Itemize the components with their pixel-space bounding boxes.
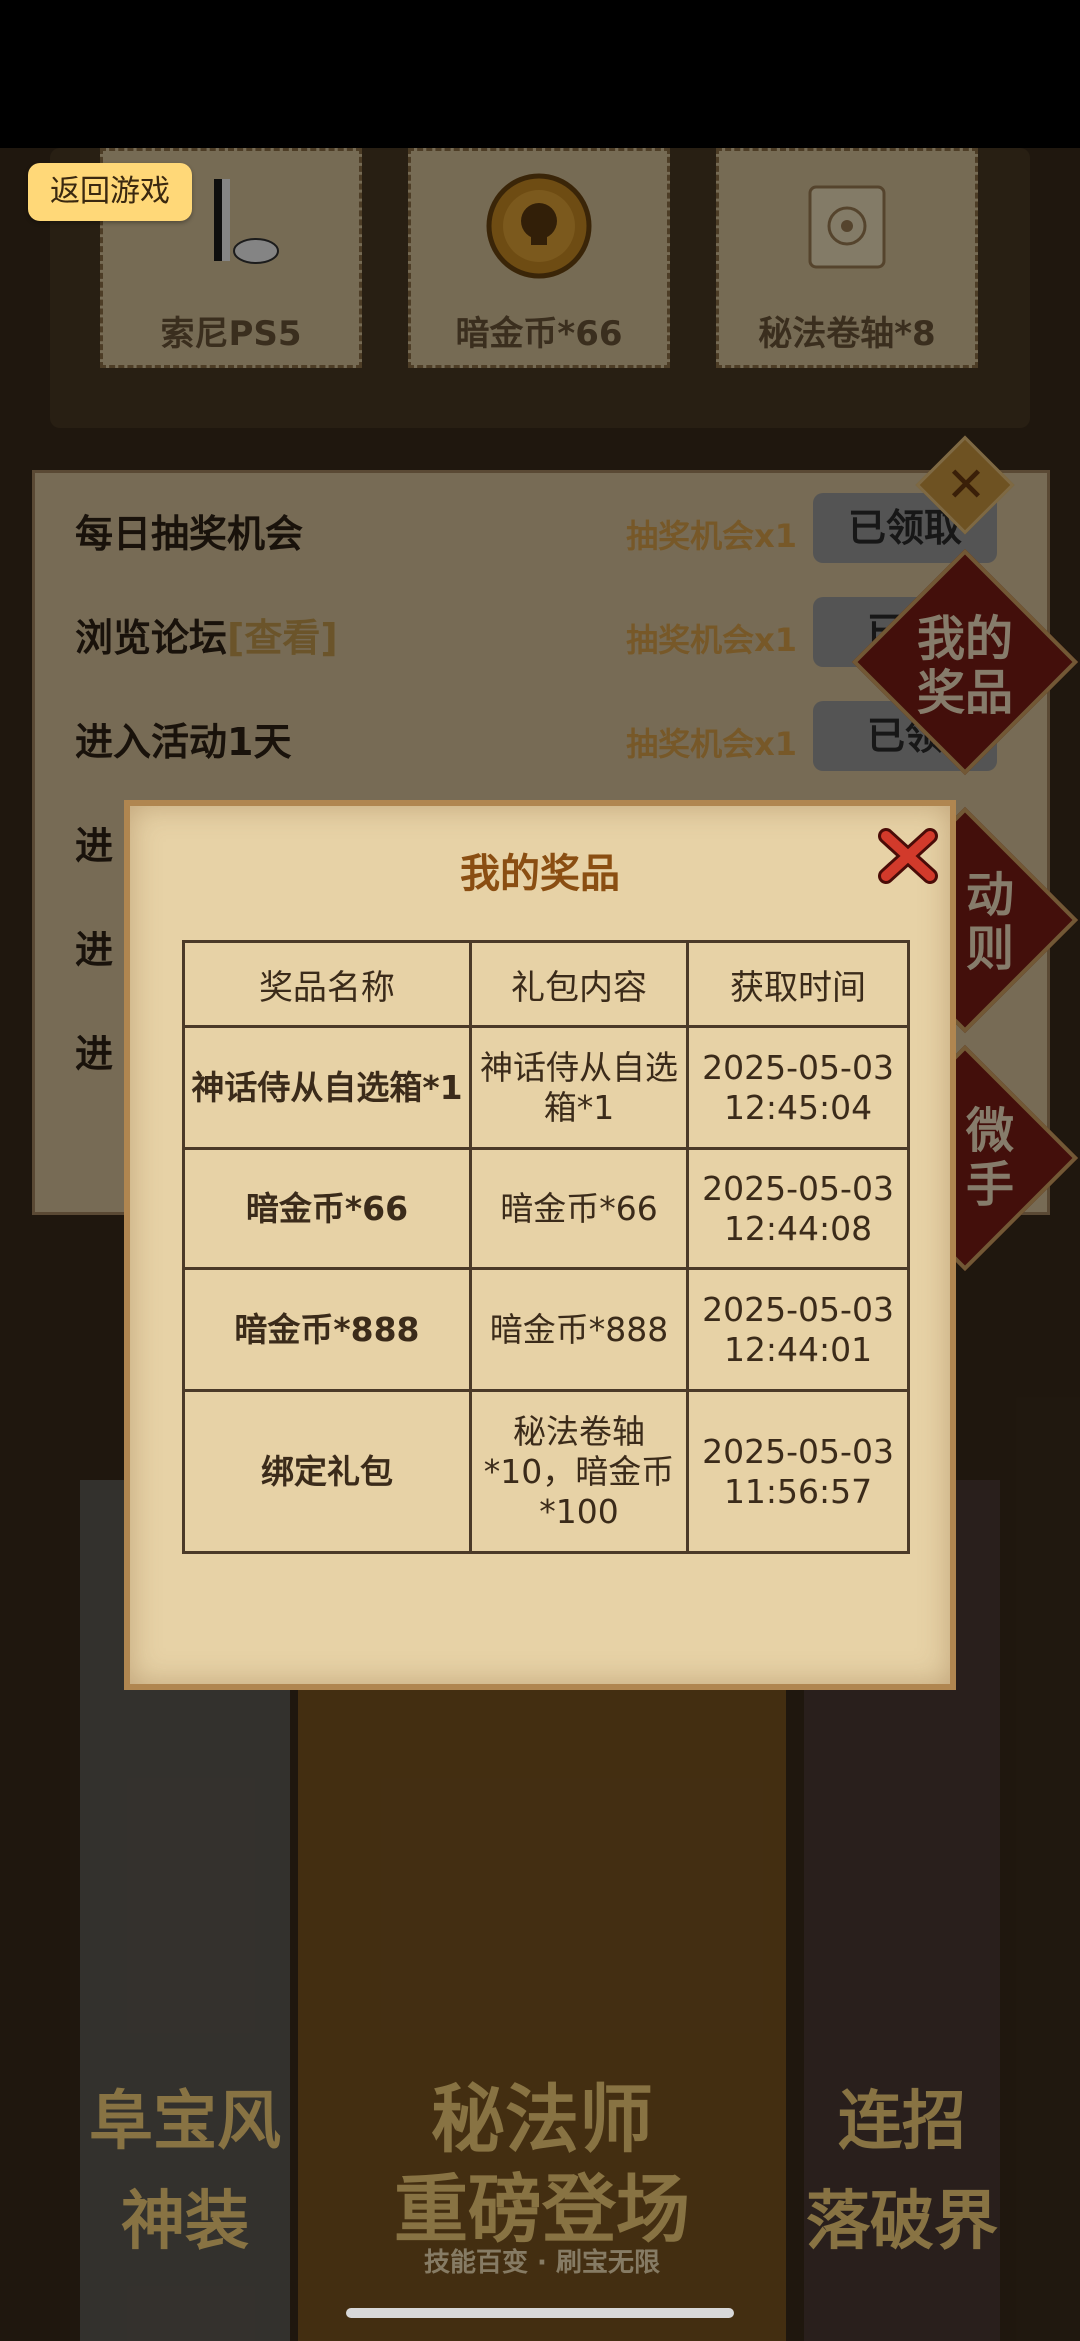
obtain-time: 11:56:57 [723,1471,873,1511]
obtain-time-cell: 2025-05-03 12:45:04 [686,1025,910,1150]
obtain-date: 2025-05-03 [702,1168,894,1208]
close-icon[interactable] [876,824,940,888]
obtain-time: 12:45:04 [723,1087,873,1127]
obtain-time: 12:44:01 [723,1329,873,1369]
package-content-cell: 神话侍从自选箱*1 [468,1025,690,1150]
prize-name-cell: 神话侍从自选箱*1 [182,1025,472,1150]
table-row: 神话侍从自选箱*1 神话侍从自选箱*1 2025-05-03 12:45:04 [182,1025,910,1150]
header-obtain-time: 获取时间 [686,940,910,1028]
obtain-time: 12:44:08 [723,1208,873,1248]
table-row: 暗金币*66 暗金币*66 2025-05-03 12:44:08 [182,1147,910,1270]
prize-name-cell: 绑定礼包 [182,1389,472,1554]
prizes-table: 奖品名称 礼包内容 获取时间 神话侍从自选箱*1 神话侍从自选箱*1 2025-… [182,940,910,1554]
home-indicator [346,2308,734,2318]
table-row: 暗金币*888 暗金币*888 2025-05-03 12:44:01 [182,1267,910,1392]
back-to-game-button[interactable]: 返回游戏 [28,163,192,221]
package-content-cell: 暗金币*66 [468,1147,690,1270]
modal-title: 我的奖品 [460,851,620,897]
header-package-content: 礼包内容 [468,940,690,1028]
header-prize-name: 奖品名称 [182,940,472,1028]
obtain-time-cell: 2025-05-03 12:44:01 [686,1267,910,1392]
obtain-date: 2025-05-03 [702,1047,894,1087]
prize-name-cell: 暗金币*888 [182,1267,472,1392]
table-header-row: 奖品名称 礼包内容 获取时间 [182,940,910,1028]
prize-name-cell: 暗金币*66 [182,1147,472,1270]
obtain-time-cell: 2025-05-03 12:44:08 [686,1147,910,1270]
my-prizes-modal: 我的奖品 奖品名称 礼包内容 获取时间 神话侍从自选箱*1 神话侍从自选箱*1 … [124,800,956,1690]
package-content-cell: 暗金币*888 [468,1267,690,1392]
obtain-time-cell: 2025-05-03 11:56:57 [686,1389,910,1554]
package-content-cell: 秘法卷轴*10，暗金币*100 [468,1389,690,1554]
table-row: 绑定礼包 秘法卷轴*10，暗金币*100 2025-05-03 11:56:57 [182,1389,910,1554]
obtain-date: 2025-05-03 [702,1431,894,1471]
status-bar [0,0,1080,148]
obtain-date: 2025-05-03 [702,1289,894,1329]
